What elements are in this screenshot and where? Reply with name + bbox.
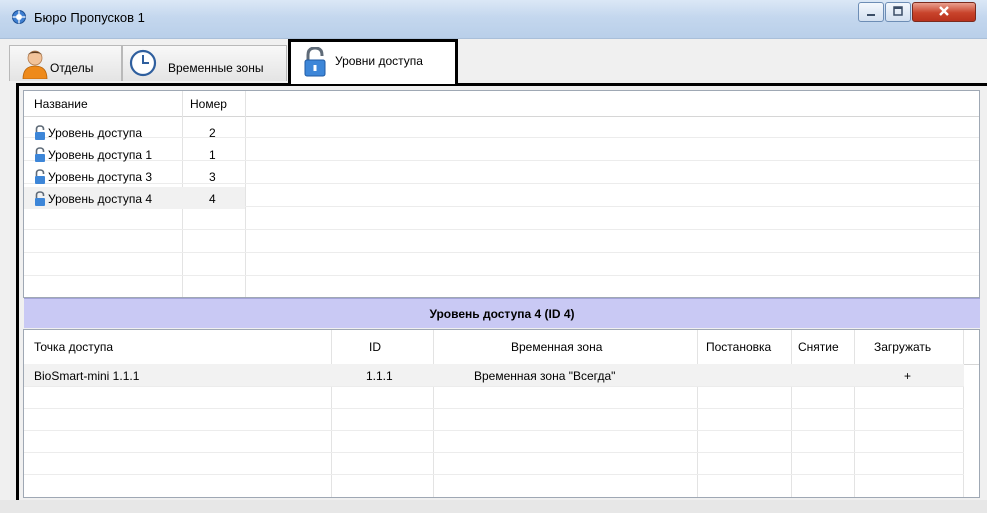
selected-level-caption: Уровень доступа 4 (ID 4) bbox=[24, 298, 980, 328]
app-icon bbox=[12, 10, 26, 24]
clock-icon bbox=[129, 49, 157, 77]
tab-departments[interactable]: Отделы bbox=[9, 45, 122, 81]
column-header-access-point[interactable]: Точка доступа bbox=[34, 336, 113, 358]
column-header-number[interactable]: Номер bbox=[190, 93, 227, 115]
level-number: 1 bbox=[209, 148, 216, 162]
column-header-arm[interactable]: Постановка bbox=[706, 336, 771, 358]
padlock-icon bbox=[35, 169, 45, 184]
column-header-time-zone[interactable]: Временная зона bbox=[511, 336, 602, 358]
padlock-icon bbox=[35, 191, 45, 206]
app-window: Бюро Пропусков 1 Отделы Временные зоны У… bbox=[0, 0, 987, 513]
access-point-load[interactable]: + bbox=[904, 365, 911, 387]
tab-time-zones[interactable]: Временные зоны bbox=[122, 45, 287, 81]
level-number: 2 bbox=[209, 126, 216, 140]
close-icon bbox=[939, 6, 949, 16]
access-point-id: 1.1.1 bbox=[366, 369, 393, 383]
person-icon bbox=[22, 50, 48, 79]
tab-access-levels-label: Уровни доступа bbox=[335, 54, 423, 68]
window-bottom-edge bbox=[0, 500, 987, 513]
minimize-button[interactable] bbox=[858, 2, 884, 22]
level-name: Уровень доступа 1 bbox=[48, 148, 153, 162]
close-button[interactable] bbox=[912, 2, 976, 22]
column-header-disarm[interactable]: Снятие bbox=[798, 336, 839, 358]
padlock-icon bbox=[35, 125, 45, 140]
tab-strip: Отделы Временные зоны Уровни доступа bbox=[9, 38, 986, 84]
level-number: 3 bbox=[209, 170, 216, 184]
tab-access-levels[interactable]: Уровни доступа bbox=[288, 39, 458, 84]
column-header-name[interactable]: Название bbox=[34, 93, 88, 115]
access-point-time-zone: Временная зона "Всегда" bbox=[474, 369, 616, 383]
level-name: Уровень доступа 3 bbox=[48, 170, 153, 184]
level-number: 4 bbox=[209, 192, 216, 206]
table-header: Название Номер bbox=[24, 91, 979, 117]
title-bar: Бюро Пропусков 1 bbox=[0, 0, 987, 39]
column-header-id[interactable]: ID bbox=[369, 336, 381, 358]
level-name: Уровень доступа bbox=[48, 126, 143, 140]
tab-time-zones-label: Временные зоны bbox=[168, 61, 264, 75]
access-points-table: Точка доступа ID Временная зона Постанов… bbox=[23, 329, 980, 498]
access-point-name: BioSmart-mini 1.1.1 bbox=[34, 369, 140, 383]
maximize-icon bbox=[893, 6, 903, 16]
maximize-button[interactable] bbox=[885, 2, 911, 22]
level-name: Уровень доступа 4 bbox=[48, 192, 153, 206]
tab-departments-label: Отделы bbox=[50, 61, 94, 75]
table-header: Точка доступа ID Временная зона Постанов… bbox=[24, 330, 979, 365]
column-header-load[interactable]: Загружать bbox=[874, 336, 931, 358]
padlock-icon bbox=[304, 47, 326, 77]
window-title: Бюро Пропусков 1 bbox=[34, 10, 145, 25]
padlock-icon bbox=[35, 147, 45, 162]
minimize-icon bbox=[867, 14, 875, 16]
access-levels-table: Название Номер Уровень доступа 2 Уровень bbox=[23, 90, 980, 298]
